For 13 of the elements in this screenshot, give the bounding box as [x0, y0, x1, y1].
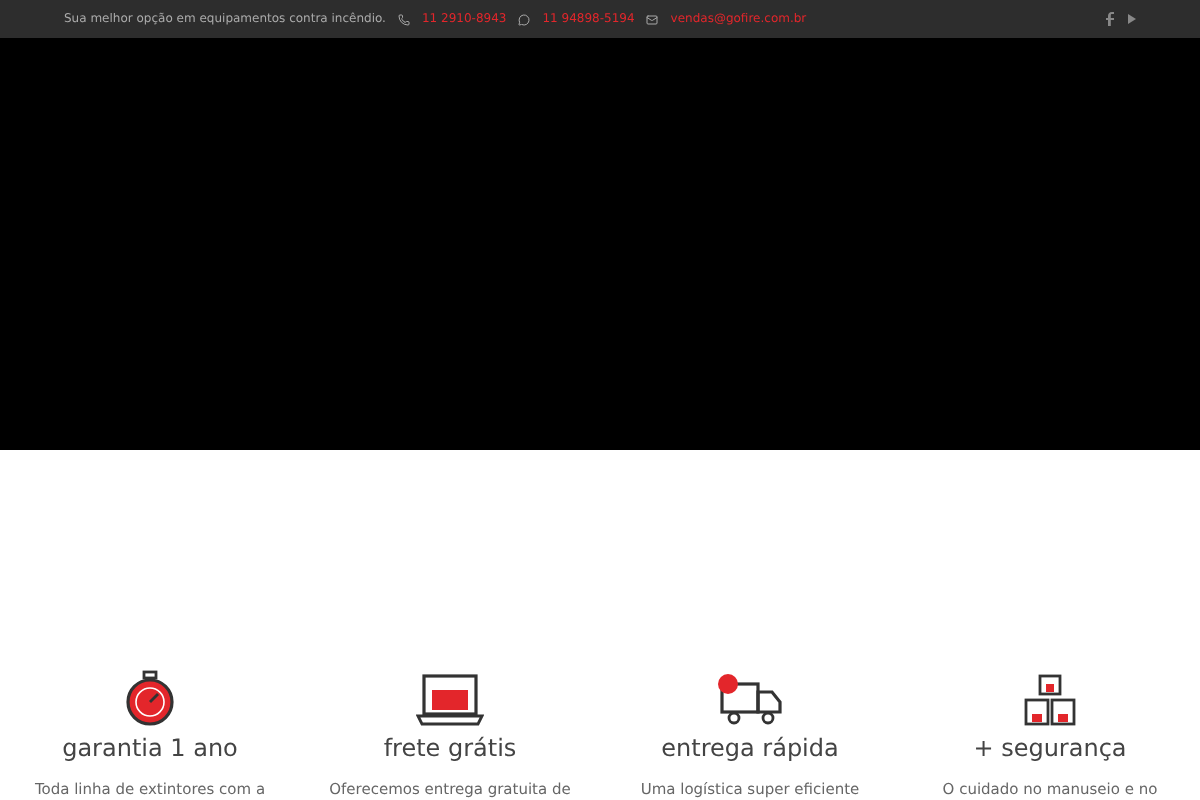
stopwatch-icon [120, 669, 180, 726]
truck-icon [716, 673, 784, 726]
phone-icon [397, 13, 410, 26]
feature-title: frete grátis [383, 731, 517, 766]
feature-title: + segurança [973, 731, 1127, 766]
facebook-icon[interactable] [1106, 12, 1114, 27]
laptop-icon [416, 673, 484, 726]
feature-title: garantia 1 ano [62, 731, 238, 766]
mail-icon [646, 13, 659, 26]
feature-title: entrega rápida [661, 731, 839, 766]
whatsapp-icon [518, 13, 531, 26]
boxes-icon [1024, 673, 1076, 726]
play-icon[interactable] [1126, 14, 1136, 25]
